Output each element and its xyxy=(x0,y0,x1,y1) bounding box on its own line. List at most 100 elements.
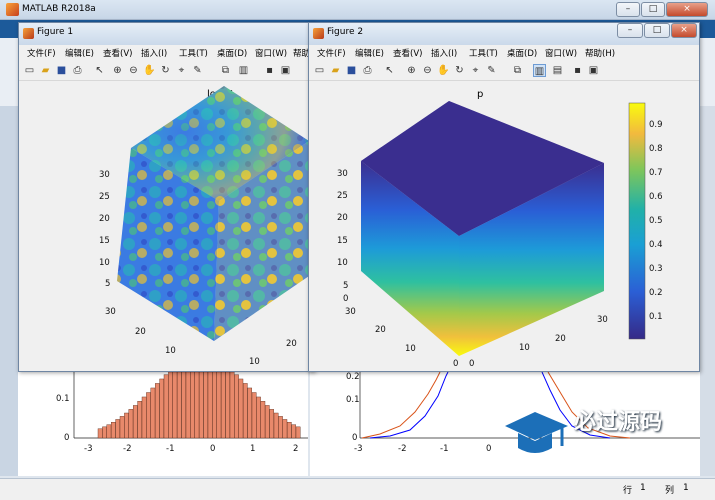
histogram-bar xyxy=(278,416,283,439)
colorbar-tick: 0.8 xyxy=(649,144,663,154)
histogram-bar xyxy=(264,405,270,439)
open-folder-icon[interactable]: ▰ xyxy=(329,64,342,77)
figure-2-title-bar[interactable]: Figure 2 – □ × xyxy=(309,23,699,45)
menu-file[interactable]: 文件(F) xyxy=(27,47,56,59)
xtick-label: -2 xyxy=(123,444,132,454)
histogram-bar xyxy=(172,371,178,439)
show-tools-icon[interactable]: ▣ xyxy=(587,64,600,77)
insert-colorbar-icon[interactable]: ▥ xyxy=(237,64,250,77)
histogram-bar xyxy=(260,401,266,439)
colorbar-tick: 0.1 xyxy=(649,312,663,322)
figure-1-axes[interactable]: log-K xyxy=(19,81,314,371)
fig2-close-button[interactable]: × xyxy=(671,23,697,38)
figure-2-window[interactable]: Figure 2 – □ × 文件(F) 编辑(E) 查看(V) 插入(I) 工… xyxy=(308,22,700,372)
histogram-bar xyxy=(150,387,156,439)
graduation-cap-icon xyxy=(505,412,568,453)
menu-view[interactable]: 查看(V) xyxy=(393,47,422,59)
ytick-label: 10 xyxy=(519,343,530,353)
hide-tools-icon[interactable]: ▪ xyxy=(571,64,584,77)
histogram-bar xyxy=(269,409,275,439)
hide-tools-icon[interactable]: ▪ xyxy=(263,64,276,77)
menu-view[interactable]: 查看(V) xyxy=(103,47,132,59)
rotate-icon[interactable]: ↻ xyxy=(453,64,466,77)
logk-cube xyxy=(117,86,309,341)
menu-insert[interactable]: 插入(I) xyxy=(431,47,457,59)
data-cursor-icon[interactable]: ⌖ xyxy=(469,64,482,77)
menu-insert[interactable]: 插入(I) xyxy=(141,47,167,59)
print-icon[interactable]: ⎙ xyxy=(71,64,84,77)
histogram-bar xyxy=(132,405,138,439)
xtick-label: 30 xyxy=(345,307,356,317)
pointer-icon[interactable]: ↖ xyxy=(93,64,106,77)
histogram-bar xyxy=(291,424,297,439)
menu-window[interactable]: 窗口(W) xyxy=(545,47,577,59)
menu-tools[interactable]: 工具(T) xyxy=(179,47,208,59)
menu-tools[interactable]: 工具(T) xyxy=(469,47,498,59)
ztick-label: 25 xyxy=(99,192,110,202)
histogram-bar xyxy=(207,371,213,439)
histogram-bar xyxy=(242,383,248,439)
link-plot-icon[interactable]: ⧉ xyxy=(511,64,524,77)
col-label: 列 xyxy=(665,486,675,496)
zoom-in-icon[interactable]: ⊕ xyxy=(405,64,418,77)
ytick-label: 20 xyxy=(286,339,297,349)
pan-icon[interactable]: ✋ xyxy=(437,64,450,77)
colorbar-tick: 0.6 xyxy=(649,192,663,202)
data-cursor-icon[interactable]: ⌖ xyxy=(175,64,188,77)
colorbar-tick: 0.7 xyxy=(649,168,663,178)
show-tools-icon[interactable]: ▣ xyxy=(279,64,292,77)
menu-edit[interactable]: 编辑(E) xyxy=(65,47,94,59)
histogram-bar xyxy=(247,387,253,439)
save-icon[interactable]: ■ xyxy=(345,64,358,77)
insert-legend-icon[interactable]: ▤ xyxy=(551,64,564,77)
histogram-bar xyxy=(110,422,116,439)
xtick-label: -2 xyxy=(398,444,407,454)
close-button[interactable]: × xyxy=(666,2,708,17)
figure-2-axes[interactable]: p 30 25 20 15 10 5 0 30 20 10 0 0 10 20 … xyxy=(309,81,699,371)
menu-edit[interactable]: 编辑(E) xyxy=(355,47,384,59)
brush-icon[interactable]: ✎ xyxy=(191,64,204,77)
xtick-label: 20 xyxy=(375,325,386,335)
fig2-maximize-button[interactable]: □ xyxy=(644,23,670,38)
figure-2-toolbar: ▭ ▰ ■ ⎙ ↖ ⊕ ⊖ ✋ ↻ ⌖ ✎ ⧉ ▥ ▤ ▪ ▣ xyxy=(309,61,699,81)
zoom-out-icon[interactable]: ⊖ xyxy=(421,64,434,77)
ytick-label: 10 xyxy=(249,357,260,367)
figure-1-window[interactable]: Figure 1 文件(F) 编辑(E) 查看(V) 插入(I) 工具(T) 桌… xyxy=(18,22,315,372)
insert-colorbar-icon[interactable]: ▥ xyxy=(533,64,546,77)
histogram-bar xyxy=(256,396,261,439)
ytick-label: 30 xyxy=(597,315,608,325)
menu-desktop[interactable]: 桌面(D) xyxy=(507,47,537,59)
rotate-icon[interactable]: ↻ xyxy=(159,64,172,77)
colorbar-tick: 0.2 xyxy=(649,288,663,298)
histogram-bar xyxy=(141,396,147,439)
ztick-label: 20 xyxy=(337,213,348,223)
menu-desktop[interactable]: 桌面(D) xyxy=(217,47,247,59)
new-file-icon[interactable]: ▭ xyxy=(313,64,326,77)
save-icon[interactable]: ■ xyxy=(55,64,68,77)
new-file-icon[interactable]: ▭ xyxy=(23,64,36,77)
figure-1-title-bar[interactable]: Figure 1 xyxy=(19,23,314,45)
link-plot-icon[interactable]: ⧉ xyxy=(219,64,232,77)
colorbar-tick: 0.3 xyxy=(649,264,663,274)
histogram-bar xyxy=(168,371,173,439)
xtick-label: -3 xyxy=(84,444,93,454)
row-label: 行 xyxy=(623,486,633,496)
minimize-button[interactable]: – xyxy=(616,2,640,17)
ytick-label: 0.1 xyxy=(346,395,360,405)
pan-icon[interactable]: ✋ xyxy=(143,64,156,77)
pressure-cube xyxy=(361,101,646,356)
col-value: 1 xyxy=(683,483,689,493)
menu-window[interactable]: 窗口(W) xyxy=(255,47,287,59)
zoom-out-icon[interactable]: ⊖ xyxy=(127,64,140,77)
open-folder-icon[interactable]: ▰ xyxy=(39,64,52,77)
colorbar-tick: 0.5 xyxy=(649,216,663,226)
menu-file[interactable]: 文件(F) xyxy=(317,47,346,59)
zoom-in-icon[interactable]: ⊕ xyxy=(111,64,124,77)
menu-help[interactable]: 帮助(H) xyxy=(585,47,615,59)
print-icon[interactable]: ⎙ xyxy=(361,64,374,77)
pointer-icon[interactable]: ↖ xyxy=(383,64,396,77)
xtick-label: 10 xyxy=(405,344,416,354)
fig2-minimize-button[interactable]: – xyxy=(617,23,643,38)
maximize-button[interactable]: □ xyxy=(641,2,665,17)
brush-icon[interactable]: ✎ xyxy=(485,64,498,77)
